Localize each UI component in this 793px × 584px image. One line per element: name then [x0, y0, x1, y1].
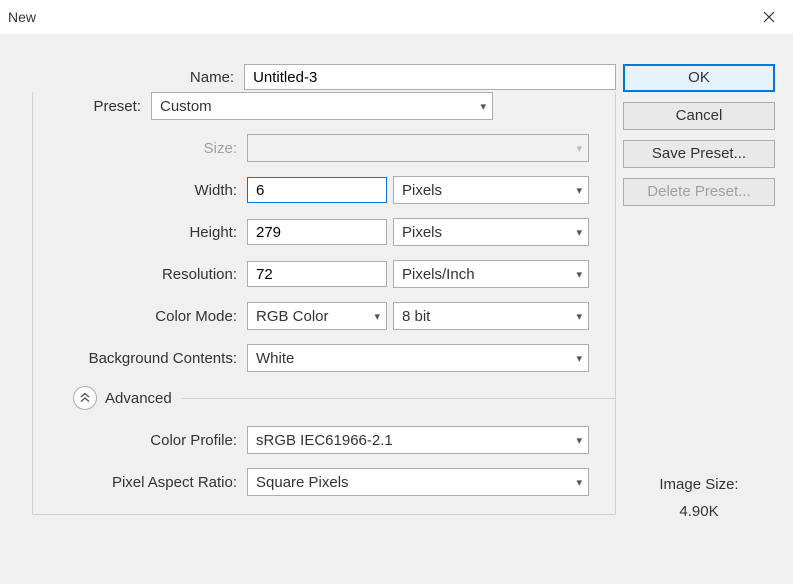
delete-preset-button: Delete Preset...	[623, 178, 775, 206]
side-area: OK Cancel Save Preset... Delete Preset..…	[623, 64, 775, 520]
preset-label: Preset:	[33, 98, 151, 115]
chevron-down-icon: ▾	[576, 434, 582, 447]
resolution-unit-dropdown[interactable]: Pixels/Inch ▾	[393, 260, 589, 288]
chevron-down-icon: ▾	[576, 310, 582, 323]
chevron-down-icon: ▾	[576, 476, 582, 489]
row-bg-contents: Background Contents: White ▾	[33, 344, 615, 372]
divider	[182, 398, 615, 399]
cancel-button[interactable]: Cancel	[623, 102, 775, 130]
chevron-down-icon: ▾	[374, 310, 380, 323]
pixel-aspect-value: Square Pixels	[256, 474, 349, 491]
color-mode-value: RGB Color	[256, 308, 329, 325]
bg-contents-dropdown[interactable]: White ▾	[247, 344, 589, 372]
row-resolution: Resolution: Pixels/Inch ▾	[33, 260, 615, 288]
preset-dropdown[interactable]: Custom ▾	[151, 92, 493, 120]
row-width: Width: Pixels ▾	[33, 176, 615, 204]
name-input[interactable]	[244, 64, 616, 90]
chevron-down-icon: ▾	[480, 100, 486, 113]
width-input[interactable]	[247, 177, 387, 203]
main-area: Name: Preset: Custom ▾ Size: ▾	[16, 64, 616, 515]
chevron-down-icon: ▾	[576, 184, 582, 197]
size-dropdown: ▾	[247, 134, 589, 162]
bit-depth-dropdown[interactable]: 8 bit ▾	[393, 302, 589, 330]
close-icon	[763, 11, 775, 23]
row-preset: Preset: Custom ▾	[33, 92, 615, 120]
row-color-mode: Color Mode: RGB Color ▾ 8 bit ▾	[33, 302, 615, 330]
size-label: Size:	[33, 140, 247, 157]
color-profile-dropdown[interactable]: sRGB IEC61966-2.1 ▾	[247, 426, 589, 454]
color-mode-label: Color Mode:	[33, 308, 247, 325]
advanced-label: Advanced	[105, 390, 172, 407]
height-unit-dropdown[interactable]: Pixels ▾	[393, 218, 589, 246]
name-label: Name:	[16, 69, 244, 86]
chevron-down-icon: ▾	[576, 226, 582, 239]
title-bar: New	[0, 0, 793, 34]
bg-contents-label: Background Contents:	[33, 350, 247, 367]
pixel-aspect-dropdown[interactable]: Square Pixels ▾	[247, 468, 589, 496]
height-unit-value: Pixels	[402, 224, 442, 241]
pixel-aspect-label: Pixel Aspect Ratio:	[33, 474, 247, 491]
bit-depth-value: 8 bit	[402, 308, 430, 325]
ok-button[interactable]: OK	[623, 64, 775, 92]
save-preset-button[interactable]: Save Preset...	[623, 140, 775, 168]
image-size-value: 4.90K	[623, 503, 775, 520]
image-size-info: Image Size: 4.90K	[623, 476, 775, 520]
height-input[interactable]	[247, 219, 387, 245]
chevron-down-icon: ▾	[576, 352, 582, 365]
width-label: Width:	[33, 182, 247, 199]
color-profile-value: sRGB IEC61966-2.1	[256, 432, 393, 449]
close-button[interactable]	[755, 3, 783, 31]
advanced-toggle[interactable]	[73, 386, 97, 410]
preset-value: Custom	[160, 98, 212, 115]
row-pixel-aspect: Pixel Aspect Ratio: Square Pixels ▾	[33, 468, 615, 496]
image-size-label: Image Size:	[623, 476, 775, 493]
row-name: Name:	[16, 64, 616, 90]
color-profile-label: Color Profile:	[33, 432, 247, 449]
bg-contents-value: White	[256, 350, 294, 367]
row-size: Size: ▾	[33, 134, 615, 162]
height-label: Height:	[33, 224, 247, 241]
row-height: Height: Pixels ▾	[33, 218, 615, 246]
color-mode-dropdown[interactable]: RGB Color ▾	[247, 302, 387, 330]
window-title: New	[8, 9, 36, 25]
resolution-unit-value: Pixels/Inch	[402, 266, 475, 283]
width-unit-dropdown[interactable]: Pixels ▾	[393, 176, 589, 204]
dialog-body: Name: Preset: Custom ▾ Size: ▾	[0, 34, 793, 584]
chevron-down-icon: ▾	[576, 142, 582, 155]
resolution-input[interactable]	[247, 261, 387, 287]
advanced-header: Advanced	[33, 386, 615, 410]
resolution-label: Resolution:	[33, 266, 247, 283]
double-chevron-up-icon	[79, 392, 91, 404]
row-color-profile: Color Profile: sRGB IEC61966-2.1 ▾	[33, 426, 615, 454]
chevron-down-icon: ▾	[576, 268, 582, 281]
width-unit-value: Pixels	[402, 182, 442, 199]
